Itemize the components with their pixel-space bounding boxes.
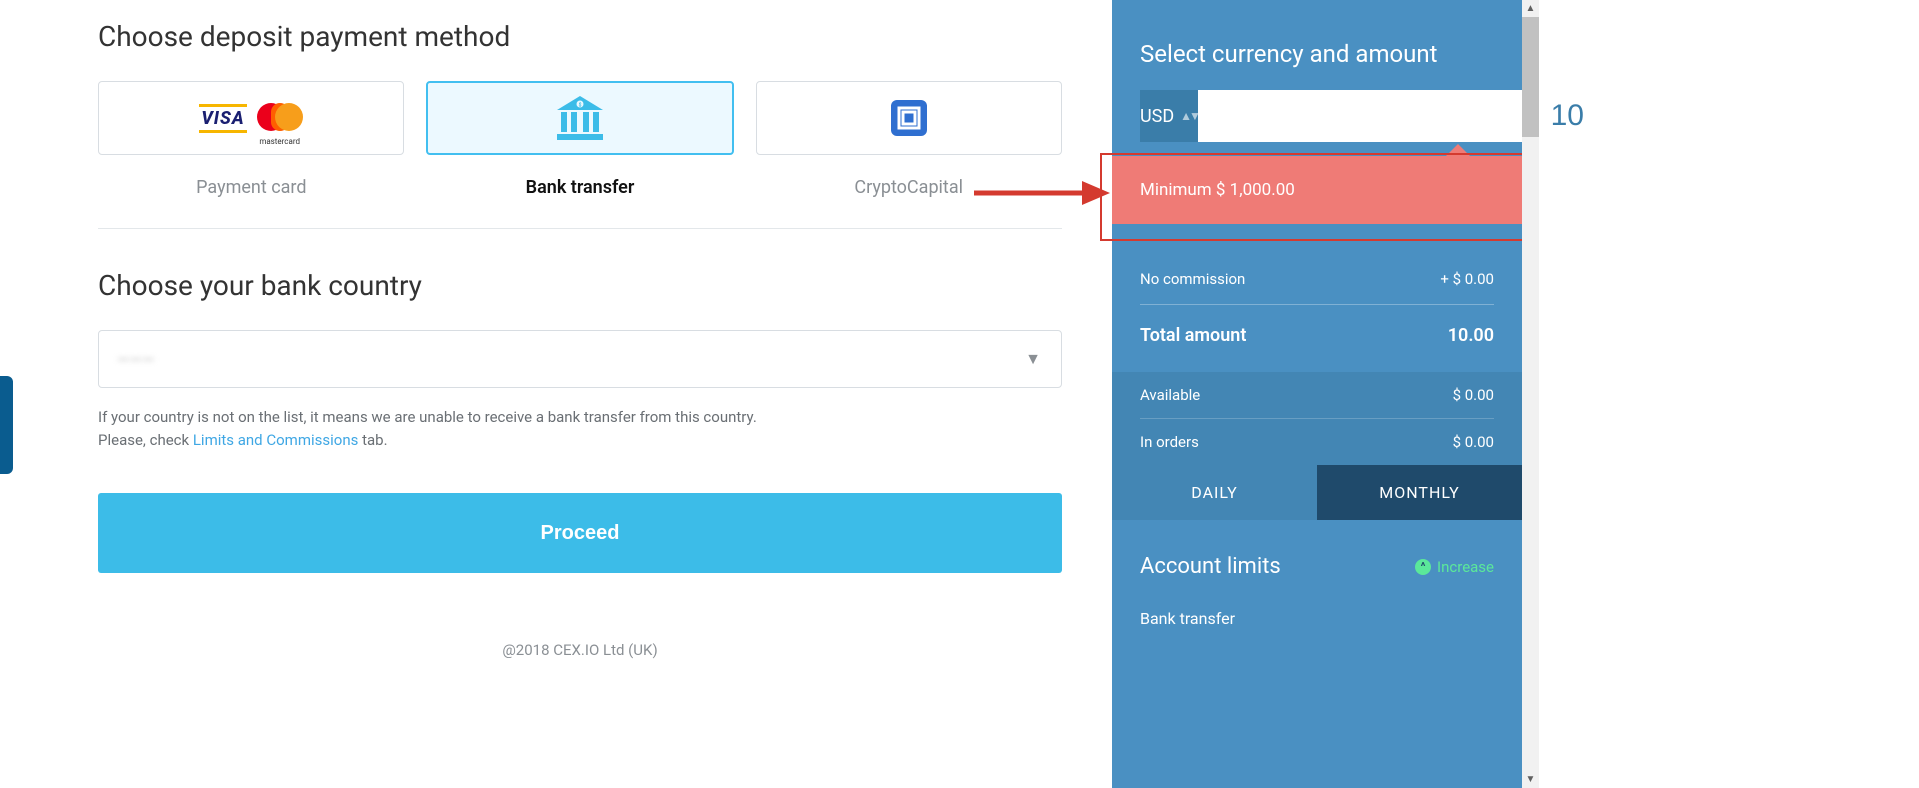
payment-method-card-cryptocapital[interactable] [756,81,1062,155]
available-row: Available $ 0.00 [1140,372,1494,419]
bank-country-title: Choose your bank country [98,269,1062,302]
tab-monthly[interactable]: MONTHLY [1317,465,1522,520]
payment-method-label: Bank transfer [427,165,734,198]
limits-item: Bank transfer [1112,589,1522,628]
payment-method-title: Choose deposit payment method [98,20,1062,53]
inorders-row: In orders $ 0.00 [1140,419,1494,465]
payment-method-label: CryptoCapital [755,165,1062,198]
left-edge-tab[interactable] [0,376,13,474]
total-row: Total amount 10.00 [1112,305,1522,372]
increase-link[interactable]: ^ Increase [1415,558,1494,576]
country-hint: If your country is not on the list, it m… [98,406,1062,451]
sort-icon: ▲▼ [1180,109,1198,123]
payment-method-row: VISA mastercard $ [98,81,1062,155]
amount-input[interactable] [1198,90,1600,142]
scrollbar[interactable]: ▲ ▼ [1522,0,1539,788]
payment-method-card-visa-mc[interactable]: VISA mastercard [98,81,404,155]
bank-icon: $ [555,96,605,140]
limits-link[interactable]: Limits and Commissions [193,431,359,449]
payment-method-label: Payment card [98,165,405,198]
divider [98,228,1062,229]
country-select[interactable]: ——— ▼ [98,330,1062,388]
chevron-up-icon: ^ [1415,559,1431,575]
cryptocapital-icon [889,98,929,138]
scroll-up-icon[interactable]: ▲ [1522,0,1539,17]
country-value: ——— [117,350,154,369]
currency-select[interactable]: USD ▲▼ [1140,90,1198,142]
commission-row: No commission + $ 0.00 [1140,254,1494,305]
tooltip-arrow-icon [1446,144,1470,156]
svg-text:$: $ [579,102,582,109]
proceed-button[interactable]: Proceed [98,493,1062,573]
sidebar: Select currency and amount USD ▲▼ Minimu… [1112,0,1522,788]
minimum-error-tooltip: Minimum $ 1,000.00 [1112,156,1522,224]
mastercard-icon: mastercard [257,103,303,133]
sidebar-title: Select currency and amount [1112,40,1522,90]
visa-icon: VISA [199,104,246,133]
payment-method-labels: Payment card Bank transfer CryptoCapital [98,165,1062,198]
footer-text: @2018 CEX.IO Ltd (UK) [98,641,1062,659]
chevron-down-icon: ▼ [1025,349,1041,369]
account-limits-title: Account limits [1140,554,1281,579]
scrollbar-thumb[interactable] [1522,17,1539,137]
limit-tabs: DAILY MONTHLY [1112,465,1522,520]
scroll-down-icon[interactable]: ▼ [1522,771,1539,788]
main-content: Choose deposit payment method VISA maste… [0,0,1112,788]
payment-method-card-bank[interactable]: $ [426,81,734,155]
tab-daily[interactable]: DAILY [1112,465,1317,520]
